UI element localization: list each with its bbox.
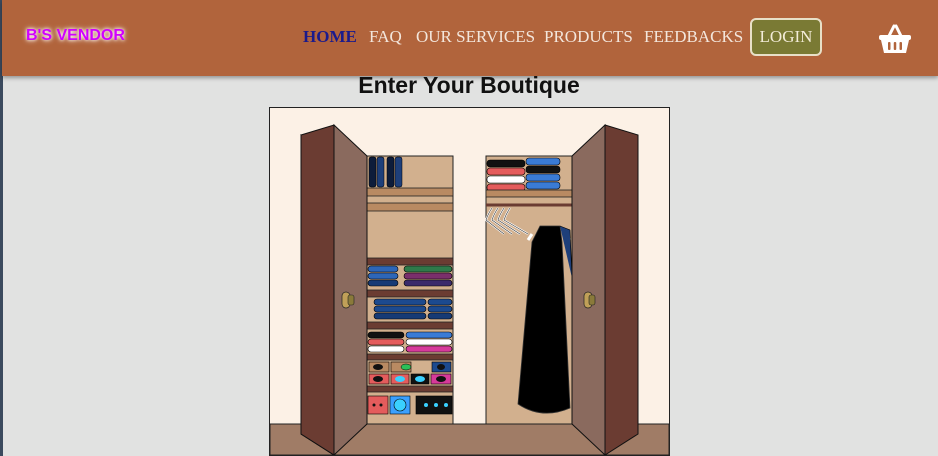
nav-link-feedbacks[interactable]: FEEDBACKS — [644, 27, 743, 47]
nav-link-home[interactable]: HOME — [303, 27, 357, 47]
nav-link-products[interactable]: PRODUCTS — [544, 27, 633, 47]
nav-link-faq[interactable]: FAQ — [369, 27, 402, 47]
page-title: Enter Your Boutique — [358, 72, 580, 98]
brand-logo[interactable]: B'S VENDOR — [26, 27, 125, 45]
navbar: B'S VENDOR HOME FAQ OUR SERVICES PRODUCT… — [2, 0, 938, 76]
closet-image[interactable] — [269, 107, 670, 456]
nav-link-our-services[interactable]: OUR SERVICES — [416, 27, 535, 47]
login-button[interactable]: LOGIN — [750, 18, 822, 56]
basket-icon[interactable] — [878, 24, 912, 54]
